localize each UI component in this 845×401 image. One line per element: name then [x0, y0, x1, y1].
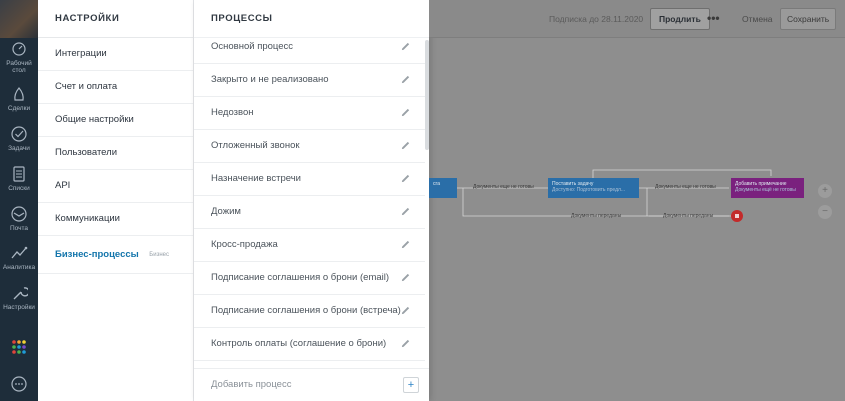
process-item[interactable]: Подписание соглашения о брони (встреча): [194, 295, 425, 328]
process-name: Основной процесс: [211, 41, 294, 52]
settings-icon: [10, 284, 30, 302]
edge-label: Документы еще не готовы: [655, 184, 716, 190]
rail-item-dashboard[interactable]: Рабочий стол: [0, 40, 38, 74]
flow-node-subtitle: Документы ещё не готовы: [735, 187, 796, 193]
rail-item-analytics[interactable]: Аналитика: [0, 244, 38, 271]
rail-label: Почта: [9, 225, 29, 232]
process-name: Подписание соглашения о брони (email): [211, 272, 390, 283]
settings-item-billing[interactable]: Счет и оплата: [38, 71, 193, 104]
tasks-icon: [10, 125, 28, 143]
edit-pencil-icon[interactable]: [400, 74, 411, 85]
process-list: Основной процесс Закрыто и не реализован…: [194, 31, 425, 361]
rail-item-mail[interactable]: Почта: [0, 205, 38, 232]
rail-item-lists[interactable]: Списки: [0, 165, 38, 192]
process-name: Кросс-продажа: [211, 239, 278, 250]
cancel-button[interactable]: Отмена: [742, 0, 773, 38]
settings-item-general[interactable]: Общие настройки: [38, 104, 193, 137]
save-button[interactable]: Сохранить: [780, 8, 837, 30]
more-icon[interactable]: •••: [707, 0, 720, 36]
mail-icon: [10, 205, 28, 223]
user-avatar[interactable]: [0, 0, 38, 38]
deals-icon: [10, 85, 28, 103]
process-name: Назначение встречи: [211, 173, 301, 184]
rail-item-deals[interactable]: Сделки: [0, 85, 38, 112]
flow-node-title: сга: [433, 181, 440, 187]
process-name: Дожим: [211, 206, 241, 217]
edit-pencil-icon[interactable]: [400, 305, 411, 316]
process-flow-canvas[interactable]: сга Документы еще не готовы Поставить за…: [429, 38, 845, 401]
process-item[interactable]: Недозвон: [194, 97, 425, 130]
dashboard-icon: [10, 40, 28, 58]
left-navigation-rail: Рабочий стол Сделки Задачи Списки Почта …: [0, 0, 38, 401]
edit-pencil-icon[interactable]: [400, 140, 411, 151]
flow-node-note[interactable]: Добавить примечание Документы ещё не гот…: [731, 178, 804, 198]
settings-panel: НАСТРОЙКИ Интеграции Счет и оплата Общие…: [38, 0, 194, 401]
rail-label: Списки: [8, 185, 30, 192]
flow-node-subtitle: Доступно: Подготовить предл...: [552, 187, 626, 193]
rail-label: Настройки: [3, 304, 35, 311]
process-item[interactable]: Назначение встречи: [194, 163, 425, 196]
zoom-in-button[interactable]: +: [818, 184, 832, 198]
process-name: Недозвон: [211, 107, 254, 118]
rail-label: Сделки: [7, 105, 31, 112]
settings-title: НАСТРОЙКИ: [38, 0, 193, 38]
edit-pencil-icon[interactable]: [400, 338, 411, 349]
rail-item-tasks[interactable]: Задачи: [0, 125, 38, 152]
settings-item-api[interactable]: API: [38, 170, 193, 203]
add-process-row[interactable]: Добавить процесс +: [194, 368, 429, 401]
settings-item-integrations[interactable]: Интеграции: [38, 38, 193, 71]
process-item[interactable]: Основной процесс: [194, 31, 425, 64]
process-item[interactable]: Подписание соглашения о брони (email): [194, 262, 425, 295]
settings-item-users[interactable]: Пользователи: [38, 137, 193, 170]
flow-node-partial[interactable]: сга: [429, 178, 457, 198]
edge-label: Документы переданы: [663, 213, 714, 219]
plan-badge: Бизнес: [149, 252, 169, 258]
edit-pencil-icon[interactable]: [400, 206, 411, 217]
stop-node-icon[interactable]: [731, 210, 743, 222]
apps-grid-icon[interactable]: [0, 338, 38, 358]
process-name: Подписание соглашения о брони (встреча): [211, 305, 401, 316]
rail-item-settings[interactable]: Настройки: [0, 284, 38, 311]
add-process-label: Добавить процесс: [211, 379, 292, 390]
process-name: Закрыто и не реализовано: [211, 74, 329, 85]
settings-item-communications[interactable]: Коммуникации: [38, 203, 193, 236]
rail-label: Аналитика: [2, 264, 36, 271]
process-item[interactable]: Контроль оплаты (соглашение о брони): [194, 328, 425, 361]
renew-button[interactable]: Продлить: [650, 8, 710, 30]
process-name: Контроль оплаты (соглашение о брони): [211, 338, 387, 349]
process-item[interactable]: Отложенный звонок: [194, 130, 425, 163]
process-name: Отложенный звонок: [211, 140, 300, 151]
edit-pencil-icon[interactable]: [400, 239, 411, 250]
analytics-icon: [10, 244, 28, 262]
top-bar: Подписка до 28.11.2020 Продлить ••• Отме…: [429, 0, 845, 38]
subscription-info: Подписка до 28.11.2020: [549, 14, 644, 24]
process-item[interactable]: Кросс-продажа: [194, 229, 425, 262]
process-item[interactable]: Закрыто и не реализовано: [194, 64, 425, 97]
settings-item-business-processes[interactable]: Бизнес-процессы Бизнес: [38, 236, 193, 274]
rail-label: Рабочий стол: [6, 60, 32, 74]
lists-icon: [10, 165, 28, 183]
flow-node-task[interactable]: Поставить задачу Доступно: Подготовить п…: [548, 178, 639, 198]
processes-panel: ПРОЦЕССЫ Основной процесс Закрыто и не р…: [194, 0, 429, 401]
add-process-button[interactable]: +: [403, 377, 419, 393]
flow-connectors: [457, 169, 772, 217]
settings-item-label: Бизнес-процессы: [55, 249, 139, 260]
rail-label: Задачи: [8, 145, 30, 152]
edge-label: Документы переданы: [571, 213, 622, 219]
edit-pencil-icon[interactable]: [400, 107, 411, 118]
edge-label: Документы еще не готовы: [473, 184, 534, 190]
edit-pencil-icon[interactable]: [400, 173, 411, 184]
zoom-out-button[interactable]: −: [818, 205, 832, 219]
edit-pencil-icon[interactable]: [400, 272, 411, 283]
chat-icon[interactable]: [0, 375, 38, 395]
process-item[interactable]: Дожим: [194, 196, 425, 229]
edit-pencil-icon[interactable]: [400, 41, 411, 52]
